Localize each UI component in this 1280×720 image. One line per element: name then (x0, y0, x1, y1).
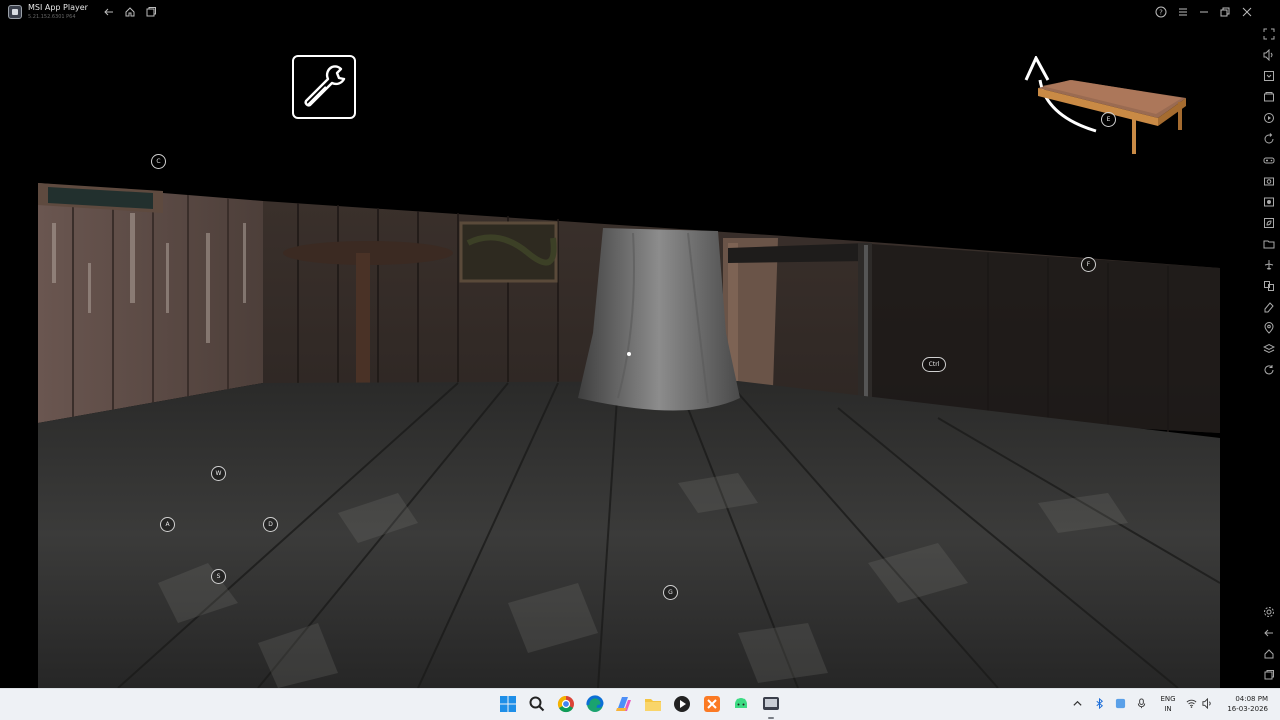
help-icon[interactable]: ? (1153, 4, 1169, 20)
microphone-icon[interactable] (1136, 698, 1148, 710)
close-icon[interactable] (1239, 4, 1255, 20)
edge-icon[interactable] (585, 694, 605, 714)
back-icon[interactable] (1262, 626, 1276, 640)
home-icon[interactable] (1262, 647, 1276, 661)
svg-text:?: ? (1159, 9, 1163, 17)
menu-icon[interactable] (1175, 4, 1191, 20)
fullscreen-icon[interactable] (1262, 27, 1276, 41)
media-player-icon[interactable] (672, 694, 692, 714)
airplane-icon[interactable] (1262, 258, 1276, 272)
wrench-icon (304, 65, 346, 107)
search-icon[interactable] (527, 694, 547, 714)
game-viewport[interactable] (38, 183, 1220, 688)
minimize-icon[interactable] (1196, 4, 1212, 20)
key-hint-w[interactable]: W (211, 466, 226, 481)
key-hint-a[interactable]: A (160, 517, 175, 532)
location-icon[interactable] (1262, 321, 1276, 335)
key-hint-f[interactable]: F (1081, 257, 1096, 272)
wifi-icon[interactable] (1186, 698, 1198, 710)
screenshot-icon[interactable] (1262, 174, 1276, 188)
key-hint-d[interactable]: D (263, 517, 278, 532)
show-hidden-icons-icon[interactable] (1072, 698, 1084, 710)
multi-sync-icon[interactable] (1262, 279, 1276, 293)
language-indicator[interactable]: ENG (1158, 695, 1178, 703)
emulator-side-toolbar (1258, 24, 1280, 688)
wrench-button[interactable] (292, 55, 356, 119)
key-hint-g[interactable]: G (663, 585, 678, 600)
rotate-icon[interactable] (1262, 132, 1276, 146)
volume-icon[interactable] (1262, 48, 1276, 62)
home-icon[interactable] (122, 4, 138, 20)
language-region[interactable]: IN (1158, 705, 1178, 713)
tray-app-icon[interactable] (1115, 698, 1127, 710)
key-hint-e[interactable]: E (1101, 112, 1116, 127)
emulator-title-bar (0, 0, 1280, 24)
bed-icon (1024, 54, 1186, 154)
back-icon[interactable] (101, 4, 117, 20)
file-explorer-icon[interactable] (643, 694, 663, 714)
windows-start-icon[interactable] (498, 694, 518, 714)
key-hint-ctrl[interactable]: Ctrl (922, 357, 946, 372)
windows-taskbar (0, 688, 1280, 720)
install-apk-icon[interactable] (1262, 69, 1276, 83)
app-logo-icon (8, 5, 22, 19)
erase-icon[interactable] (1262, 300, 1276, 314)
restore-icon[interactable] (1217, 4, 1233, 20)
eco-mode-icon[interactable] (1262, 216, 1276, 230)
app-title: MSI App Player (28, 3, 88, 12)
clock-date[interactable]: 16-03-2026 (1218, 705, 1268, 713)
key-hint-s[interactable]: S (211, 569, 226, 584)
held-item-bed[interactable] (1018, 54, 1190, 156)
gamepad-icon[interactable] (1262, 153, 1276, 167)
media-folder-icon[interactable] (1262, 90, 1276, 104)
recents-icon[interactable] (1262, 668, 1276, 682)
crosshair (627, 352, 631, 356)
layers-icon[interactable] (1262, 342, 1276, 356)
msi-app-player-icon[interactable] (761, 694, 781, 719)
settings-icon[interactable] (1262, 605, 1276, 619)
app-version: 5.21.152.6301 P64 (28, 14, 76, 20)
key-hint-c[interactable]: C (151, 154, 166, 169)
bluetooth-icon[interactable] (1094, 698, 1106, 710)
macro-icon[interactable] (1262, 111, 1276, 125)
multi-instance-icon[interactable] (143, 4, 159, 20)
folder-icon[interactable] (1262, 237, 1276, 251)
clock-time[interactable]: 04:08 PM (1218, 695, 1268, 703)
xampp-icon[interactable] (702, 694, 722, 714)
speaker-icon[interactable] (1202, 698, 1214, 710)
chrome-icon[interactable] (556, 694, 576, 714)
copilot-icon[interactable] (614, 694, 634, 714)
record-icon[interactable] (1262, 195, 1276, 209)
android-icon[interactable] (731, 694, 751, 714)
refresh-icon[interactable] (1262, 363, 1276, 377)
